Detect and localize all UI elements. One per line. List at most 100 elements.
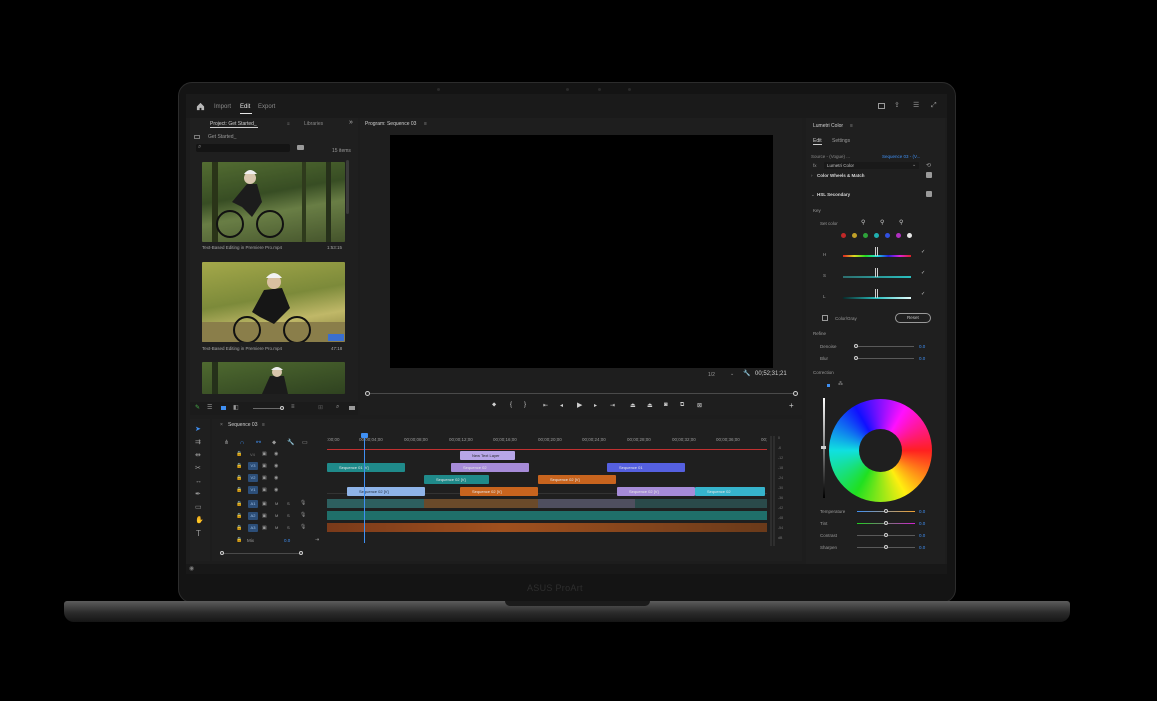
scrub-bar[interactable] [368,393,798,394]
lock-icon[interactable]: 🔒 [236,513,242,520]
blur-slider[interactable] [856,358,914,359]
checkmark-icon[interactable]: ✓ [921,291,925,297]
correction-subsection[interactable]: Correction [813,370,834,375]
denoise-value[interactable]: 0.0 [919,344,925,349]
lock-icon[interactable]: 🔒 [236,501,242,508]
extract-icon[interactable]: ⏏ [647,402,653,409]
lock-icon[interactable]: 🔒 [236,537,242,544]
track-area[interactable]: New Text Layer Sequence 01 [V] Sequence … [327,433,767,545]
go-to-in-icon[interactable]: ⇤ [543,402,548,409]
lock-icon[interactable]: 🔒 [236,487,242,494]
timeline-clip[interactable]: Sequence 01 [V] [327,463,405,472]
luma-slider-handle[interactable] [821,446,826,449]
captions-icon[interactable]: ▭ [302,440,308,447]
playhead-timecode[interactable]: 00;52;31;21 [755,371,787,377]
sequence-menu-icon[interactable]: ≡ [262,422,265,428]
checkmark-icon[interactable]: ✓ [921,249,925,255]
preset-cyan[interactable] [874,233,879,238]
add-button-icon[interactable]: + [789,401,794,410]
reset-effect-icon[interactable]: ⟲ [926,162,931,169]
lumetri-menu-icon[interactable]: ≡ [850,123,853,129]
blur-value[interactable]: 0.0 [919,356,925,361]
saturation-range-handle[interactable] [875,268,878,277]
panels-icon[interactable]: ☰ [913,102,919,109]
playhead-handle[interactable] [361,433,368,438]
eyedropper-subtract-icon[interactable]: ⚲ [899,219,903,226]
workspace-icon[interactable] [878,103,885,109]
lock-icon[interactable]: 🔒 [236,451,242,458]
nest-icon[interactable]: ⋔ [224,440,229,447]
chevron-down-icon[interactable]: ⌄ [811,192,815,198]
eyedropper-add-icon[interactable]: ⚲ [880,219,884,226]
project-search-input[interactable] [196,144,290,152]
ripple-edit-icon[interactable]: ⇹ [195,452,201,459]
time-ruler[interactable]: :00;00 00;00;04;00 00;00;08;00 00;00;12;… [327,436,782,447]
new-bin-icon[interactable] [297,145,304,150]
track-target-v1[interactable]: V1 [248,486,258,494]
clip-thumbnail[interactable] [202,362,345,394]
chevron-down-icon[interactable]: ⌄ [730,371,734,377]
solo-button[interactable]: S [287,525,290,530]
mark-in-icon[interactable]: { [510,402,512,408]
audio-clip[interactable] [327,499,767,508]
razor-tool-icon[interactable]: ✂ [195,465,201,472]
go-to-out-icon[interactable]: ⇥ [610,402,615,409]
preset-yellow[interactable] [852,233,857,238]
lumetri-tab-settings[interactable]: Settings [832,138,850,144]
sequence-label[interactable]: Sequence 03 - (V... [882,154,920,159]
tab-edit[interactable]: Edit [240,104,250,110]
track-target-a3[interactable]: A3 [248,524,258,532]
settings-wrench-icon[interactable]: 🔧 [287,440,294,447]
refine-subsection[interactable]: Refine [813,331,826,336]
add-marker-icon[interactable]: ⬥ [272,440,276,447]
microphone-icon[interactable]: 🎙 [300,524,306,531]
timeline-clip[interactable]: Sequence 02 [V] [617,487,695,496]
lift-icon[interactable]: ⏏ [630,402,636,409]
luminance-range-handle[interactable] [875,289,878,298]
lumetri-title[interactable]: Lumetri Color [813,123,843,129]
lock-icon[interactable]: 🔒 [236,463,242,470]
snap-icon[interactable]: ∩ [240,440,244,447]
color-wheels-section[interactable]: Color Wheels & Match [817,173,865,178]
tab-export[interactable]: Export [258,104,275,110]
hand-tool-icon[interactable]: ✋ [195,517,204,524]
clip-thumbnail[interactable] [202,262,345,342]
tint-slider-knob[interactable] [884,521,888,525]
export-frame-icon[interactable]: ◙ [664,402,668,408]
blur-slider-knob[interactable] [854,356,858,360]
track-select-icon[interactable]: ⇉ [195,439,201,446]
timeline-zoom-scrollbar[interactable] [222,553,302,554]
preset-blue[interactable] [885,233,890,238]
track-target-a1[interactable]: A1 [248,500,258,508]
zoom-slider-knob[interactable] [280,406,284,410]
find-icon[interactable]: ⌕ [336,404,339,411]
freeform-view-icon[interactable]: ◧ [233,404,239,411]
type-tool-icon[interactable]: T [196,530,201,538]
zoom-start-knob[interactable] [220,551,224,555]
denoise-slider-knob[interactable] [854,344,858,348]
section-enable-checkbox[interactable] [926,191,932,197]
status-eye-icon[interactable]: ◉ [189,565,194,572]
key-subsection[interactable]: Key [813,208,821,213]
preset-magenta[interactable] [896,233,901,238]
rectangle-tool-icon[interactable]: ▭ [195,504,202,511]
color-gray-checkbox[interactable] [822,315,828,321]
step-back-icon[interactable]: ◂ [560,402,563,409]
eye-icon[interactable]: ◉ [274,475,278,482]
temperature-value[interactable]: 0.0 [919,509,925,514]
section-enable-checkbox[interactable] [926,172,932,178]
home-icon[interactable] [196,102,205,111]
eye-icon[interactable]: ◉ [274,451,278,458]
preset-red[interactable] [841,233,846,238]
chevron-down-icon[interactable]: ⌄ [912,162,916,168]
fullscreen-icon[interactable]: ⤢ [931,102,937,109]
sync-icon[interactable]: ▣ [262,451,267,458]
icon-view-icon[interactable] [221,406,226,410]
sequence-tab[interactable]: Sequence 03 [228,422,257,428]
solo-button[interactable]: S [287,513,290,518]
contrast-value[interactable]: 0.0 [919,533,925,538]
go-to-end-icon[interactable]: ⇥ [315,537,319,543]
sharpen-value[interactable]: 0.0 [919,545,925,550]
hue-range-handle[interactable] [875,247,878,256]
eye-icon[interactable]: ◉ [274,463,278,470]
